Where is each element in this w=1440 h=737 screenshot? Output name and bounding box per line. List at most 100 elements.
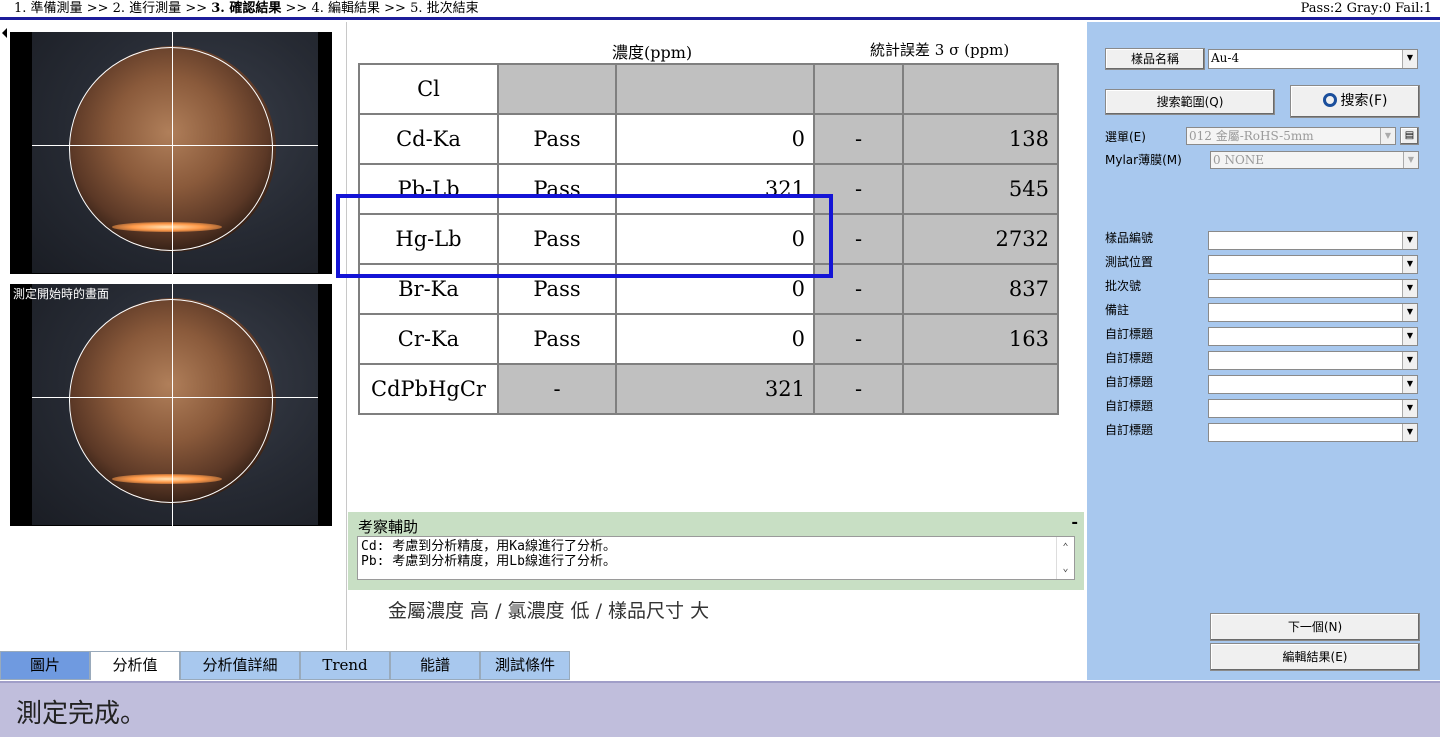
- field-label: 自訂標題: [1105, 399, 1154, 413]
- pass-gray-fail-counts: Pass:2 Gray:0 Fail:1: [1300, 1, 1432, 16]
- table-row[interactable]: Cr-Ka Pass 0-163: [358, 313, 1059, 365]
- field-select[interactable]: ▼: [1208, 303, 1418, 322]
- tab-2[interactable]: 分析值詳細: [180, 651, 300, 680]
- live-camera-image: [10, 32, 332, 274]
- field-select[interactable]: ▼: [1208, 423, 1418, 442]
- next-button[interactable]: 下一個(N): [1210, 613, 1420, 641]
- pass-fail-cell: -: [497, 363, 617, 415]
- document-icon[interactable]: ▤: [1400, 127, 1419, 145]
- error-dash-cell: -: [813, 363, 904, 415]
- chevron-down-icon[interactable]: ▼: [1402, 376, 1417, 393]
- chevron-down-icon[interactable]: ▼: [1380, 128, 1395, 144]
- field-select[interactable]: ▼: [1208, 375, 1418, 394]
- sample-name-button[interactable]: 樣品名稱: [1105, 48, 1205, 70]
- error-dash-cell: -: [813, 113, 904, 165]
- table-row[interactable]: Cl: [358, 63, 1059, 115]
- selection-highlight-box: [336, 194, 833, 278]
- mylar-select[interactable]: 0 NONE ▼: [1210, 151, 1419, 169]
- tab-1[interactable]: 分析值: [90, 651, 180, 680]
- field-select[interactable]: ▼: [1208, 231, 1418, 250]
- vertical-divider[interactable]: [346, 22, 347, 650]
- step-4: 4. 編輯結果: [311, 1, 380, 16]
- step-3-current: 3. 確認結果: [211, 1, 282, 16]
- crosshair-vertical: [172, 284, 173, 526]
- error-value-cell: 2732: [902, 213, 1059, 265]
- chevron-down-icon[interactable]: ▼: [1402, 280, 1417, 297]
- field-label: 測試位置: [1105, 255, 1154, 269]
- chevron-down-icon[interactable]: ▼: [1403, 152, 1418, 168]
- error-value-cell: 837: [902, 263, 1059, 315]
- tab-4[interactable]: 能譜: [390, 651, 480, 680]
- field-label: 批次號: [1105, 279, 1142, 293]
- scroll-down-icon[interactable]: ⌄: [1057, 558, 1074, 579]
- crosshair-horizontal: [32, 397, 318, 398]
- pass-fail-cell: [497, 63, 617, 115]
- chevron-down-icon[interactable]: ▼: [1402, 328, 1417, 345]
- measure-circle: [69, 47, 273, 251]
- measure-circle: [69, 299, 273, 503]
- field-select[interactable]: ▼: [1208, 399, 1418, 418]
- table-row[interactable]: CdPbHgCr -321-: [358, 363, 1059, 415]
- remark-line: Cd: 考慮到分析精度，用Ka線進行了分析。: [361, 539, 616, 554]
- menu-value: 012 金屬-RoHS-5mm: [1189, 129, 1314, 143]
- edit-result-button[interactable]: 編輯結果(E): [1210, 643, 1420, 671]
- concentration-cell: 0: [615, 113, 815, 165]
- field-select[interactable]: ▼: [1208, 279, 1418, 298]
- error-value-cell: [902, 363, 1059, 415]
- error-dash-cell: -: [813, 313, 904, 365]
- step-breadcrumb: 1. 準備測量 >> 2. 進行測量 >> 3. 確認結果 >> 4. 編輯結果…: [14, 0, 479, 17]
- tab-0[interactable]: 圖片: [0, 651, 90, 680]
- table-row[interactable]: Cd-Ka Pass 0-138: [358, 113, 1059, 165]
- status-message: 測定完成。: [16, 699, 147, 729]
- chevron-down-icon[interactable]: ▼: [1402, 424, 1417, 441]
- error-header: 統計誤差 3 σ (ppm): [870, 41, 1010, 59]
- field-select[interactable]: ▼: [1208, 327, 1418, 346]
- step-2: 2. 進行測量: [112, 1, 182, 16]
- collapse-left-arrow-icon[interactable]: [2, 28, 7, 38]
- field-label: 備註: [1105, 303, 1130, 317]
- tab-3[interactable]: Trend: [300, 651, 390, 680]
- chevron-down-icon[interactable]: ▼: [1402, 256, 1417, 273]
- step-separator: >>: [285, 1, 308, 16]
- search-icon: [1322, 93, 1337, 107]
- element-cell: CdPbHgCr: [358, 363, 499, 415]
- remarks-scrollbar[interactable]: ⌃ ⌄: [1056, 537, 1074, 579]
- chevron-down-icon[interactable]: ▼: [1402, 352, 1417, 369]
- error-value-cell: [902, 63, 1059, 115]
- scroll-up-icon[interactable]: ⌃: [1057, 537, 1074, 558]
- search-range-button[interactable]: 搜索範圍(Q): [1105, 89, 1275, 115]
- error-value-cell: 545: [902, 163, 1059, 215]
- tab-5[interactable]: 測試條件: [480, 651, 570, 680]
- chevron-down-icon[interactable]: ▼: [1402, 400, 1417, 417]
- chevron-down-icon[interactable]: ▼: [1402, 50, 1417, 68]
- search-button[interactable]: 搜索(F): [1290, 85, 1420, 118]
- field-select[interactable]: ▼: [1208, 255, 1418, 274]
- sample-name-select[interactable]: Au-4 ▼: [1208, 49, 1418, 69]
- field-label: 自訂標題: [1105, 351, 1154, 365]
- remarks-textbox[interactable]: Cd: 考慮到分析精度，用Ka線進行了分析。 Pb: 考慮到分析精度，用Lb線進…: [357, 536, 1075, 580]
- field-select[interactable]: ▼: [1208, 351, 1418, 370]
- start-camera-image: 測定開始時的畫面: [10, 284, 332, 526]
- mylar-label: Mylar薄膜(M): [1105, 153, 1182, 167]
- crosshair-vertical: [172, 32, 173, 274]
- field-label: 樣品編號: [1105, 231, 1154, 245]
- status-bar: 測定完成。: [0, 681, 1440, 737]
- remarks-minimize-button[interactable]: -: [1071, 512, 1078, 531]
- menu-select[interactable]: 012 金屬-RoHS-5mm ▼: [1186, 127, 1396, 145]
- element-cell: Cr-Ka: [358, 313, 499, 365]
- chevron-down-icon[interactable]: ▼: [1402, 304, 1417, 321]
- start-image-caption: 測定開始時的畫面: [13, 287, 110, 301]
- sample-name-value: Au-4: [1211, 51, 1240, 65]
- menu-label: 選單(E): [1105, 130, 1146, 144]
- remarks-panel: 考察輔助 - Cd: 考慮到分析精度，用Ka線進行了分析。 Pb: 考慮到分析精…: [348, 512, 1084, 590]
- concentration-header: 濃度(ppm): [612, 43, 693, 62]
- field-label: 自訂標題: [1105, 423, 1154, 437]
- chevron-down-icon[interactable]: ▼: [1402, 232, 1417, 249]
- step-separator: >>: [384, 1, 406, 16]
- field-label: 自訂標題: [1105, 327, 1154, 341]
- error-dash-cell: [813, 63, 904, 115]
- step-1: 1. 準備測量: [14, 1, 83, 16]
- remarks-title: 考察輔助: [358, 518, 419, 536]
- sample-summary: 金屬濃度 高 / 氯濃度 低 / 樣品尺寸 大: [388, 600, 710, 622]
- step-bar: 1. 準備測量 >> 2. 進行測量 >> 3. 確認結果 >> 4. 編輯結果…: [0, 0, 1440, 20]
